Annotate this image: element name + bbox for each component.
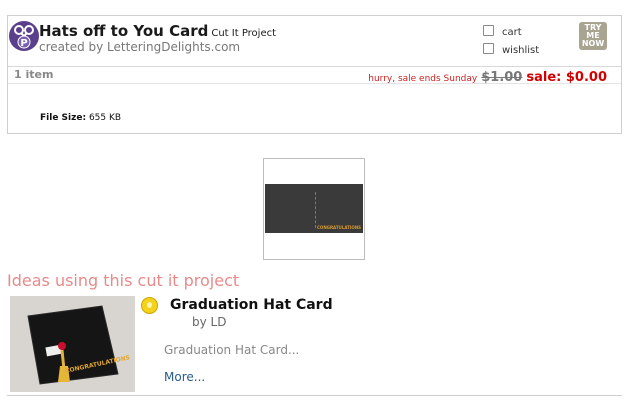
- svg-text:P: P: [20, 38, 27, 49]
- product-name[interactable]: Hats off to You Card: [39, 22, 208, 40]
- wishlist-label: wishlist: [502, 45, 540, 56]
- product-type: Cut It Project: [211, 28, 277, 39]
- item-count: 1 item: [14, 68, 54, 81]
- lightbulb-icon: [141, 297, 158, 314]
- file-size: File Size: 655 KB: [40, 113, 121, 123]
- idea-title[interactable]: Graduation Hat Card: [170, 297, 333, 313]
- product-thumbnail[interactable]: CONGRATULATIONS: [263, 158, 365, 260]
- wishlist-checkbox[interactable]: [483, 43, 494, 54]
- ideas-heading: Ideas using this cut it project: [7, 271, 240, 290]
- scissors-p-icon: P: [9, 21, 39, 51]
- price-row: hurry, sale ends Sunday $1.00 sale: $0.00: [368, 66, 607, 85]
- idea-description: Graduation Hat Card...: [164, 343, 300, 357]
- sale-price: sale: $0.00: [526, 70, 607, 85]
- idea-image[interactable]: CONGRATULATIONS: [10, 296, 135, 392]
- cart-label: cart: [502, 27, 522, 38]
- card-preview-image: CONGRATULATIONS: [265, 184, 363, 233]
- idea-author: by LD: [192, 315, 227, 329]
- try-me-now-button[interactable]: TRY ME NOW: [579, 22, 607, 50]
- sale-notice: hurry, sale ends Sunday: [368, 74, 478, 84]
- product-title: Hats off to You Card Cut It Project: [39, 21, 276, 40]
- file-size-value: 655 KB: [88, 113, 122, 123]
- fold-line: [315, 192, 317, 228]
- old-price: $1.00: [481, 70, 523, 85]
- file-size-label: File Size:: [40, 113, 87, 123]
- divider: [7, 395, 622, 396]
- thumb-text: CONGRATULATIONS: [317, 225, 361, 230]
- cart-checkbox[interactable]: [483, 25, 494, 36]
- idea-more-link[interactable]: More...: [164, 370, 205, 384]
- product-card: P Hats off to You Card Cut It Project cre…: [7, 15, 622, 134]
- product-creator[interactable]: created by LetteringDelights.com: [39, 40, 240, 54]
